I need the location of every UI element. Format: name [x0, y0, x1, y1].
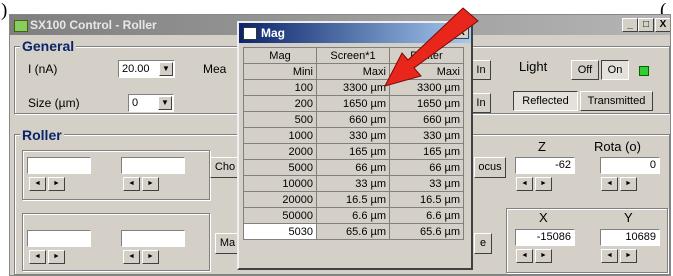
red-arrow-annotation	[384, 7, 479, 87]
arrow-icon	[384, 7, 479, 87]
